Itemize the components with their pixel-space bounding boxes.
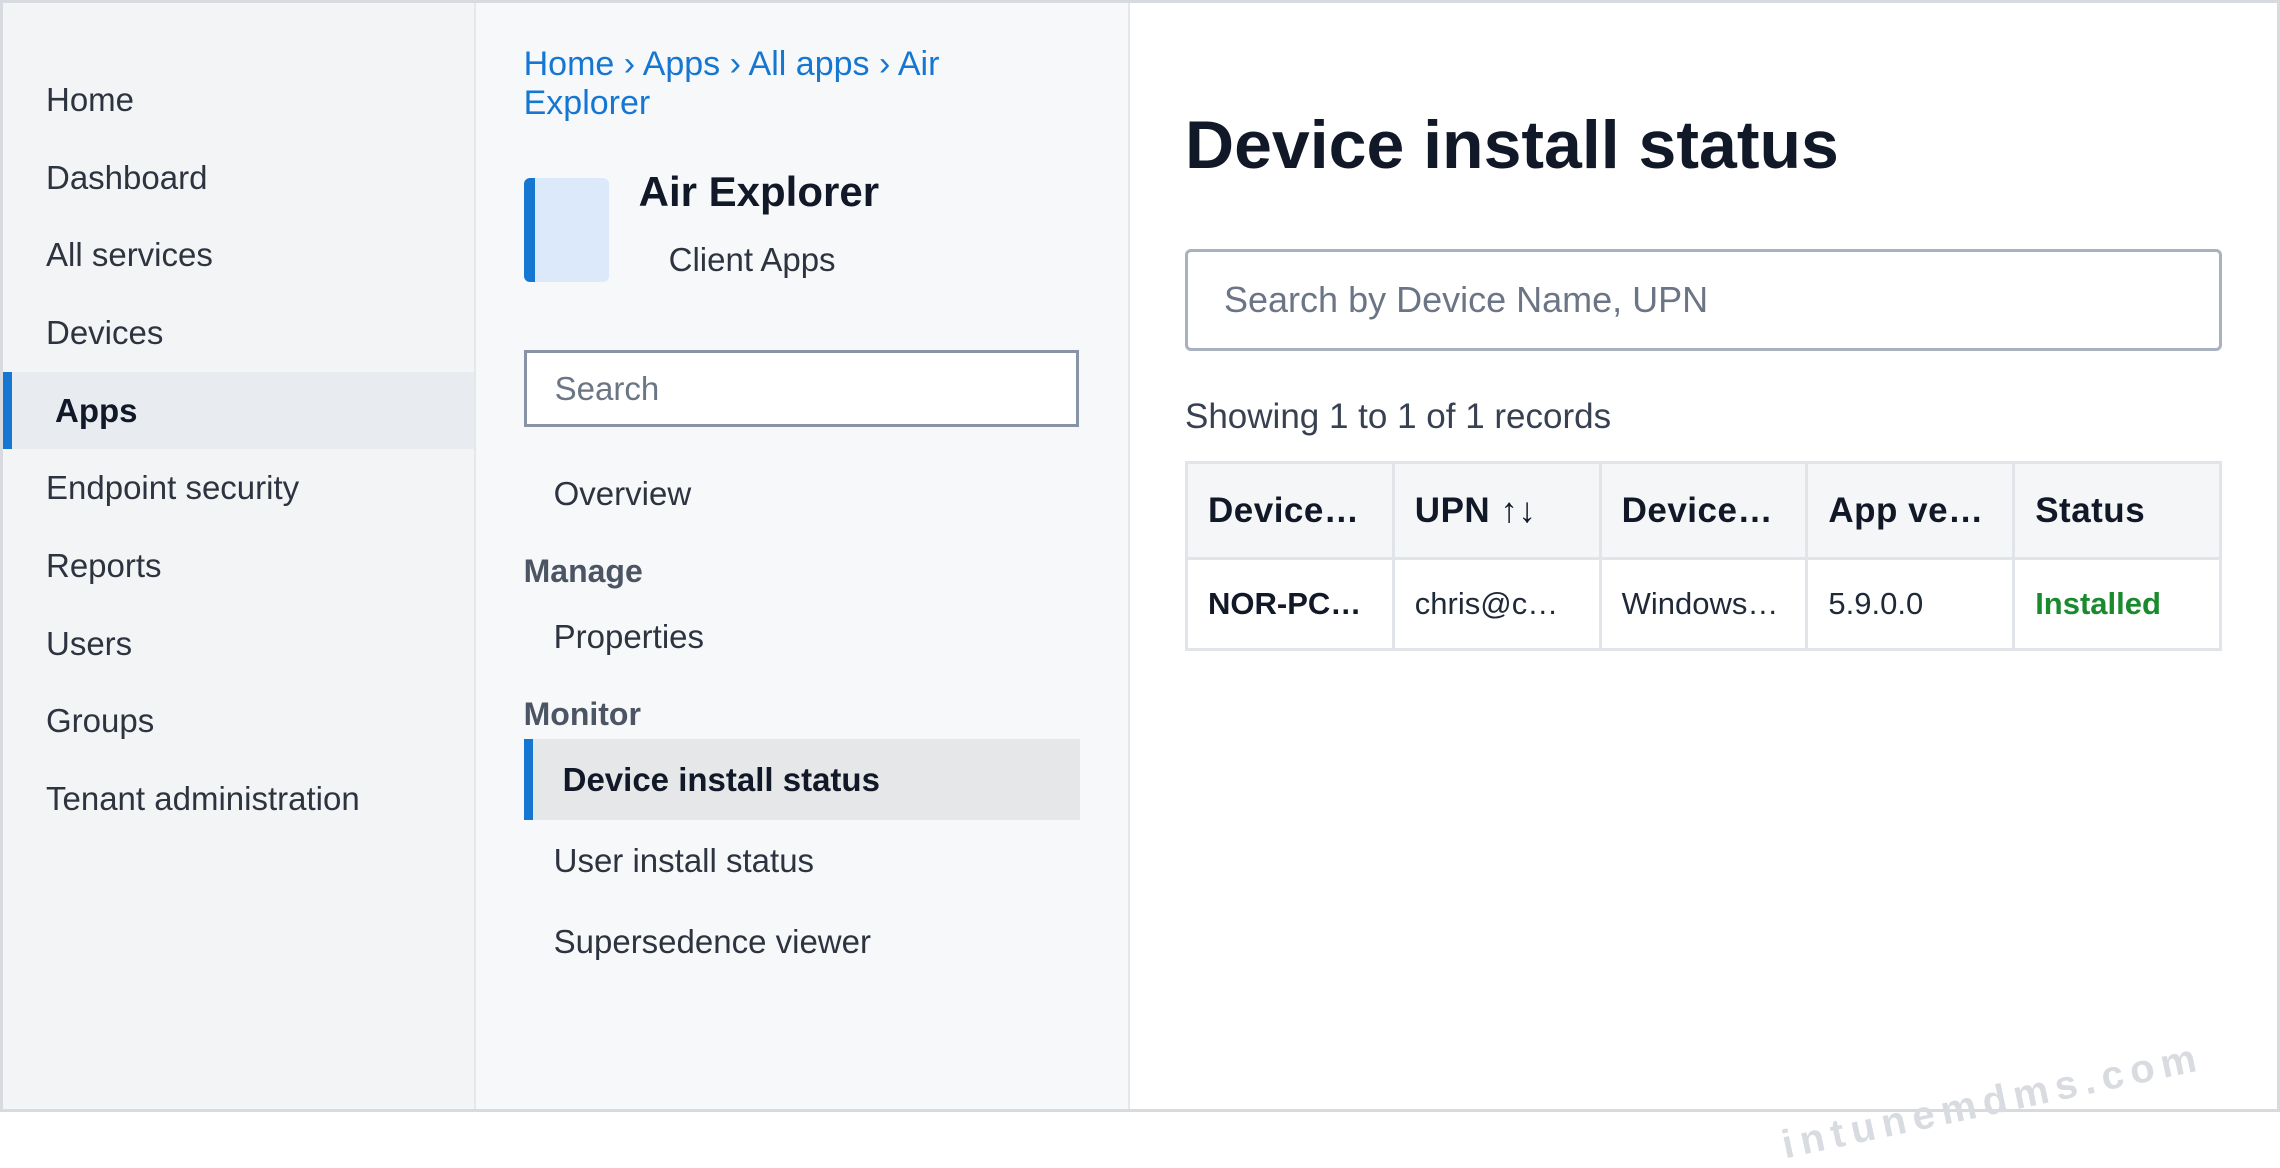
menu-item-overview[interactable]: Overview: [524, 453, 1080, 534]
nav-item-devices[interactable]: Devices: [3, 294, 474, 372]
column-header-device-name[interactable]: Device…: [1185, 461, 1395, 560]
cell-upn: chris@c…: [1391, 557, 1602, 651]
app-header-text: Air Explorer Client Apps: [639, 168, 879, 282]
nav-item-users[interactable]: Users: [3, 605, 474, 683]
menu-item-device-install-status[interactable]: Device install status: [523, 739, 1080, 820]
app-header: Air Explorer Client Apps: [523, 168, 1080, 282]
records-count: Showing 1 to 1 of 1 records: [1185, 397, 1612, 436]
blade-search-input[interactable]: [523, 350, 1079, 427]
nav-item-tenant-administration[interactable]: Tenant administration: [3, 760, 474, 838]
cell-device-name: NOR-PC…: [1185, 557, 1395, 651]
nav-item-apps[interactable]: Apps: [3, 371, 474, 450]
watermark: intunemdms.com: [1777, 1034, 2207, 1168]
device-status-table: Device… UPN ↑↓ Device… App ve… Status NO…: [1185, 461, 2222, 651]
device-search-input[interactable]: [1185, 249, 2222, 351]
menu-item-user-install-status[interactable]: User install status: [524, 820, 1080, 901]
main-content: Device install status Showing 1 to 1 of …: [1130, 3, 2277, 1167]
breadcrumb-apps[interactable]: Apps: [643, 45, 721, 83]
table-row[interactable]: NOR-PC… chris@c… Windows… 5.9.0.0 Instal…: [1185, 557, 2222, 651]
table-header-row: Device… UPN ↑↓ Device… App ve… Status: [1185, 461, 2222, 560]
breadcrumb-separator: ›: [878, 45, 898, 83]
nav-item-all-services[interactable]: All services: [3, 216, 474, 294]
nav-item-reports[interactable]: Reports: [3, 527, 474, 605]
column-header-device-os[interactable]: Device…: [1598, 461, 1809, 560]
nav-item-dashboard[interactable]: Dashboard: [3, 139, 474, 217]
menu-item-supersedence-viewer[interactable]: Supersedence viewer: [524, 901, 1080, 982]
column-header-status[interactable]: Status: [2012, 461, 2222, 560]
cell-device-os: Windows…: [1598, 557, 1809, 651]
column-header-upn[interactable]: UPN ↑↓: [1391, 461, 1602, 560]
breadcrumb-all-apps[interactable]: All apps: [749, 45, 870, 83]
column-header-app-version[interactable]: App ve…: [1805, 461, 2016, 560]
nav-item-endpoint-security[interactable]: Endpoint security: [3, 449, 474, 527]
breadcrumb: Home › Apps › All apps › Air Explorer: [524, 45, 994, 123]
app-blade: Home › Apps › All apps › Air Explorer Ai…: [475, 3, 1130, 1109]
nav-item-home[interactable]: Home: [3, 61, 474, 139]
app-frame: Home Dashboard All services Devices Apps…: [0, 0, 2280, 1167]
cell-app-version: 5.9.0.0: [1805, 557, 2016, 651]
page-title: Device install status: [1185, 107, 1839, 183]
nav-item-groups[interactable]: Groups: [3, 683, 474, 761]
cell-status: Installed: [2012, 557, 2222, 651]
menu-item-properties[interactable]: Properties: [524, 596, 1080, 677]
breadcrumb-separator: ›: [623, 45, 643, 83]
app-subtitle: Client Apps: [668, 241, 836, 278]
breadcrumb-separator: ›: [729, 45, 749, 83]
section-header-monitor: Monitor: [523, 696, 641, 732]
breadcrumb-home[interactable]: Home: [524, 45, 615, 83]
app-icon: [523, 178, 609, 282]
app-title: Air Explorer: [638, 168, 880, 215]
left-nav: Home Dashboard All services Devices Apps…: [3, 3, 476, 1109]
section-header-manage: Manage: [523, 553, 643, 589]
